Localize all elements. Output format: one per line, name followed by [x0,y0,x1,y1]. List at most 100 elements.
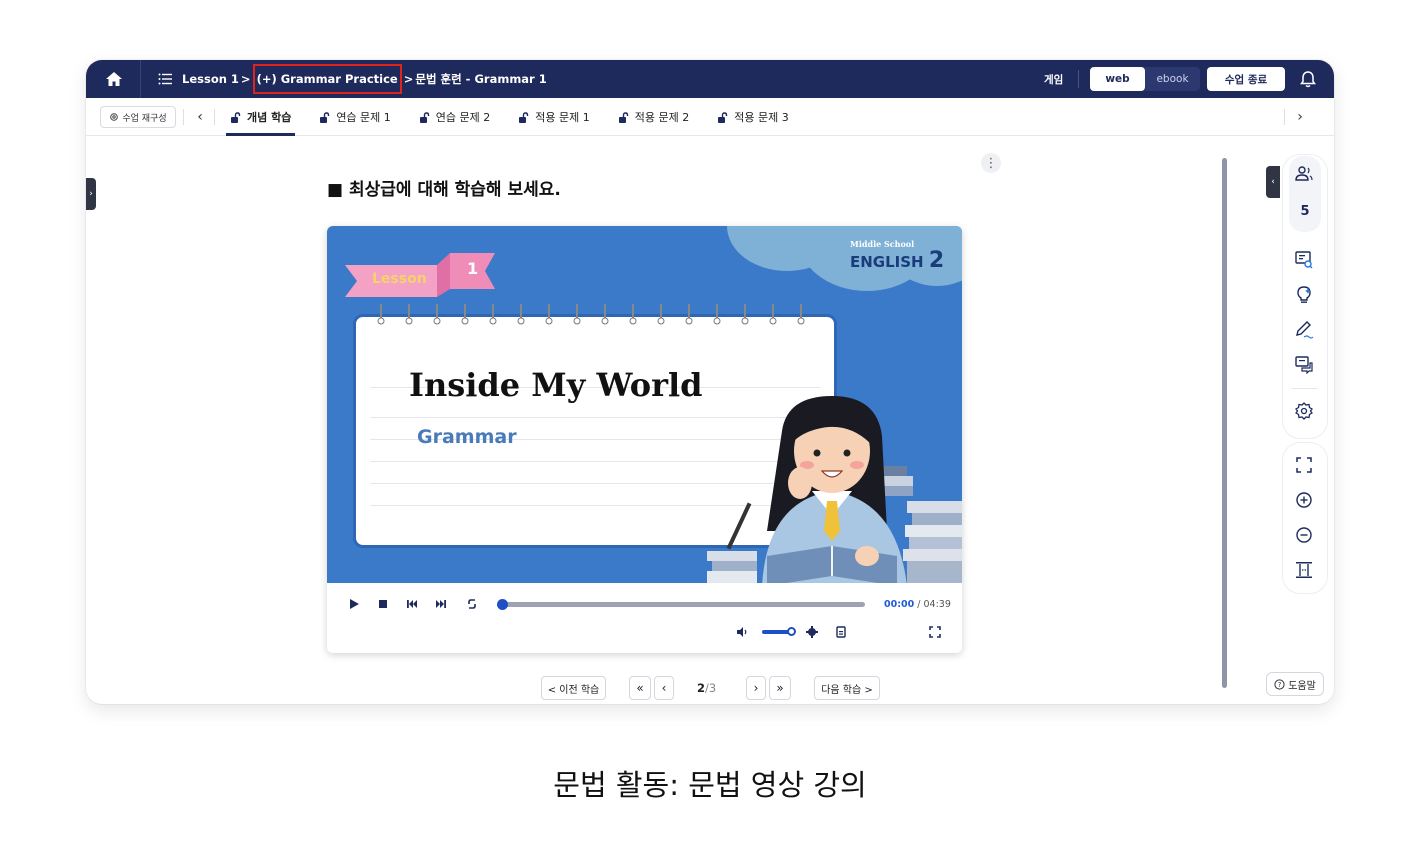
video-player: Middle School ENGLISH 2 Lesson 1 Inside … [327,226,962,653]
tab-practice-2[interactable]: 연습 문제 2 [419,98,490,136]
screenshot-caption: 문법 활동: 문법 영상 강의 [553,768,867,802]
fullscreen-icon[interactable] [929,626,941,638]
repeat-icon[interactable] [466,598,478,610]
zoom-in-icon[interactable] [1294,490,1314,510]
settings-icon[interactable] [806,626,818,638]
tab-next-arrow[interactable]: › [1292,109,1308,125]
participants-count: 5 [1300,204,1310,219]
breadcrumb-separator: > [240,72,251,86]
tab-apply-2[interactable]: 적용 문제 2 [618,98,689,136]
lock-open-icon [320,111,330,123]
time-current: 00:00 [884,599,915,610]
video-controls: 00:00 / 04:39 [327,583,962,653]
video-subtitle: Grammar [417,426,517,448]
series-label: ENGLISH 2 [850,248,944,273]
gear-icon[interactable] [1294,401,1314,421]
lock-open-icon [519,111,529,123]
tab-label: 연습 문제 2 [435,111,491,124]
bell-icon[interactable] [1298,69,1318,89]
lock-open-icon [718,111,728,123]
more-vertical-icon[interactable]: ⋮ [981,153,1001,173]
next-lesson-button[interactable]: 다음 학습 > [814,676,880,700]
app-window: Lesson 1 > (+) Grammar Practice > 문법 훈련 … [86,60,1334,704]
users-icon[interactable] [1294,164,1314,184]
reconfigure-label: 수업 재구성 [122,113,167,124]
next-page-button[interactable]: › [746,676,766,700]
stop-icon[interactable] [377,598,389,610]
divider [1078,70,1079,88]
right-panel-toggle[interactable]: ‹ [1266,166,1280,198]
divider [183,109,184,125]
home-icon[interactable] [104,69,124,89]
lightbulb-icon[interactable] [1294,285,1314,305]
game-link[interactable]: 게임 [1044,72,1063,87]
video-screen[interactable]: Middle School ENGLISH 2 Lesson 1 Inside … [327,226,962,583]
top-bar: Lesson 1 > (+) Grammar Practice > 문법 훈련 … [86,60,1334,98]
volume-handle[interactable] [787,627,796,636]
question-text: ■ 최상급에 대해 학습해 보세요. [327,180,561,200]
volume-icon[interactable] [736,626,748,638]
view-web-button[interactable]: web [1090,67,1145,91]
tab-apply-1[interactable]: 적용 문제 1 [518,98,590,136]
lock-open-icon [231,111,241,123]
fit-height-icon[interactable] [1294,560,1314,580]
help-button[interactable]: ? 도움말 [1266,672,1324,696]
time-display: 00:00 / 04:39 [884,599,951,610]
last-page-button[interactable]: » [769,676,791,700]
skip-back-icon[interactable] [406,598,418,610]
help-circle-icon: ? [1274,678,1285,690]
view-ebook-button[interactable]: ebook [1145,67,1200,91]
pen-icon[interactable] [1294,320,1314,340]
page-current: 2 [697,681,706,695]
tab-apply-3[interactable]: 적용 문제 3 [717,98,789,136]
video-title: Inside My World [409,366,703,404]
breadcrumb-item-current: 문법 훈련 - Grammar 1 [415,72,547,86]
lock-open-icon [419,111,429,123]
reconfigure-class-button[interactable]: 수업 재구성 [100,106,176,128]
page-indicator: 2/3 [697,681,716,695]
lesson-label: Lesson [372,271,427,287]
tab-label: 연습 문제 1 [336,111,391,124]
divider [1284,109,1285,125]
view-toggle: web ebook [1090,67,1200,91]
chat-icon[interactable] [1294,354,1314,374]
tab-label: 적용 문제 3 [734,111,789,124]
tab-practice-1[interactable]: 연습 문제 1 [319,98,391,136]
skip-forward-icon[interactable] [435,598,447,610]
zoom-out-icon[interactable] [1294,525,1314,545]
list-icon[interactable] [158,72,172,86]
lock-open-icon [618,111,628,123]
end-class-button[interactable]: 수업 종료 [1207,67,1285,91]
play-icon[interactable] [348,598,360,610]
breadcrumb-item-lesson[interactable]: Lesson 1 [182,72,239,86]
notebook-rings [377,304,805,326]
lesson-number: 1 [467,259,479,278]
tab-list: 개념 학습 연습 문제 1 연습 문제 2 적용 문제 1 적용 문제 2 적용… [225,98,817,136]
series-big: ENGLISH [850,253,924,271]
breadcrumb-item-grammar-practice[interactable]: (+) Grammar Practice [252,64,402,94]
breadcrumb-separator: > [403,72,414,86]
student-illustration [707,396,962,583]
prev-lesson-button[interactable]: < 이전 학습 [541,676,606,700]
series-number: 2 [928,248,945,273]
tab-label: 개념 학습 [247,111,292,124]
help-label: 도움말 [1288,680,1316,692]
left-panel-toggle[interactable]: › [86,178,96,210]
fullscreen-icon[interactable] [1294,455,1314,475]
divider [1292,388,1318,389]
tab-label: 적용 문제 2 [634,111,690,124]
tab-concept[interactable]: 개념 학습 [225,98,296,136]
time-total: 04:39 [923,599,951,610]
page-total: 3 [708,681,717,695]
progress-handle[interactable] [497,599,508,610]
tab-prev-arrow[interactable]: ‹ [192,109,208,125]
first-page-button[interactable]: « [629,676,651,700]
board-search-icon[interactable] [1294,250,1314,270]
progress-bar[interactable] [500,602,865,607]
subtitle-icon[interactable] [835,626,847,638]
divider [214,109,215,125]
lesson-tab-bar: 수업 재구성 ‹ 개념 학습 연습 문제 1 연습 문제 2 적용 문제 1 적… [86,98,1334,136]
divider [140,60,141,98]
prev-page-button[interactable]: ‹ [654,676,674,700]
scrollbar[interactable] [1222,158,1227,688]
